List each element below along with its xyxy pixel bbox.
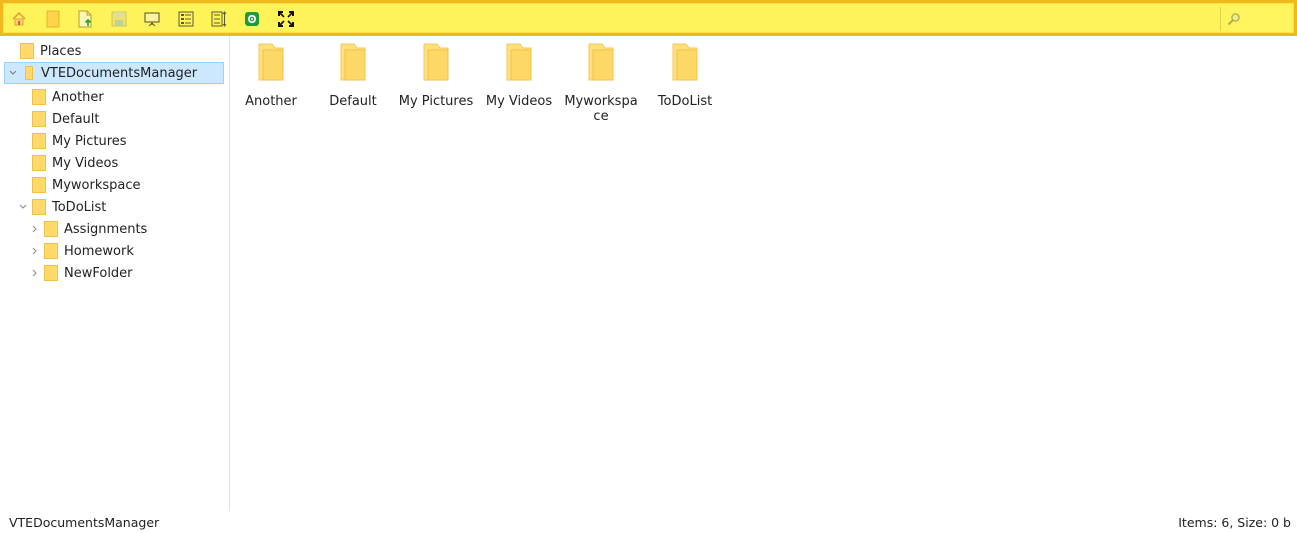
folder-tree: Places VTEDocumentsManager Another Defau…: [0, 36, 230, 511]
folder-tile-my-videos[interactable]: My Videos: [479, 42, 559, 109]
folder-tile-another[interactable]: Another: [231, 42, 311, 109]
save-button[interactable]: [108, 8, 130, 30]
tree-item-label: Myworkspace: [52, 177, 141, 193]
save-icon: [111, 11, 127, 27]
tree-item-label: Homework: [64, 243, 134, 259]
folder-icon: [44, 265, 58, 281]
folder-tile-label: My Videos: [485, 94, 553, 109]
list-view-icon: [178, 11, 194, 27]
presentation-button[interactable]: [141, 8, 163, 30]
tree-item-assignments[interactable]: Assignments: [30, 218, 147, 240]
tree-item-places[interactable]: Places: [20, 40, 81, 62]
folder-icon: [32, 133, 46, 149]
folder-icon: [32, 155, 46, 171]
folder-icon: [20, 43, 34, 59]
tree-item-my-pictures[interactable]: My Pictures: [32, 130, 127, 152]
tree-item-label: NewFolder: [64, 265, 133, 281]
chevron-right-icon[interactable]: [30, 224, 40, 234]
search-icon: [1227, 13, 1240, 26]
folder-tile-label: ToDoList: [657, 94, 713, 109]
fullscreen-icon: [278, 11, 294, 27]
search-input[interactable]: [1243, 9, 1287, 27]
tree-item-another[interactable]: Another: [32, 86, 104, 108]
sort-button[interactable]: [208, 8, 230, 30]
folder-tile-todolist[interactable]: ToDoList: [645, 42, 725, 109]
settings-icon: [245, 12, 259, 26]
folder-icon: [672, 43, 698, 81]
tree-item-default[interactable]: Default: [32, 108, 100, 130]
folder-view: Another Default My Pictures My Videos My…: [231, 36, 1297, 511]
folder-icon: [258, 43, 284, 81]
settings-button[interactable]: [241, 8, 263, 30]
folder-icon: [32, 199, 46, 215]
sort-icon: [211, 11, 227, 27]
search-box: [1220, 7, 1290, 31]
chevron-right-icon[interactable]: [30, 268, 40, 278]
presentation-icon: [144, 12, 160, 27]
folder-icon: [32, 111, 46, 127]
folder-tile-label: Myworkspace: [564, 94, 638, 124]
tree-item-label: ToDoList: [52, 199, 107, 215]
tree-item-vtedocumentsmanager[interactable]: VTEDocumentsManager: [4, 62, 224, 84]
tree-item-label: My Pictures: [52, 133, 127, 149]
home-icon: [12, 11, 26, 26]
folder-icon: [32, 177, 46, 193]
upload-button[interactable]: [74, 8, 96, 30]
chevron-down-icon[interactable]: [18, 202, 28, 212]
list-view-button[interactable]: [175, 8, 197, 30]
folder-icon: [32, 89, 46, 105]
folder-tile-label: Default: [329, 94, 377, 109]
tree-item-my-videos[interactable]: My Videos: [32, 152, 118, 174]
upload-icon: [78, 10, 92, 28]
tree-item-myworkspace[interactable]: Myworkspace: [32, 174, 141, 196]
tree-item-label: VTEDocumentsManager: [41, 65, 198, 81]
folder-icon: [25, 66, 33, 80]
tree-item-label: My Videos: [52, 155, 119, 171]
fullscreen-button[interactable]: [275, 8, 297, 30]
folder-icon: [506, 43, 532, 81]
folder-tile-default[interactable]: Default: [313, 42, 393, 109]
chevron-down-icon[interactable]: [8, 68, 18, 78]
tree-item-todolist[interactable]: ToDoList: [18, 196, 106, 218]
status-summary: Items: 6, Size: 0 b: [1178, 515, 1291, 530]
tree-item-label: Places: [40, 43, 82, 59]
new-folder-button[interactable]: [42, 8, 64, 30]
folder-icon: [44, 221, 58, 237]
tree-item-homework[interactable]: Homework: [30, 240, 134, 262]
tree-item-label: Another: [52, 89, 104, 105]
folder-icon: [44, 243, 58, 259]
folder-tile-label: My Pictures: [398, 94, 474, 109]
folder-icon: [340, 43, 366, 81]
chevron-right-icon[interactable]: [30, 246, 40, 256]
folder-tile-myworkspace[interactable]: Myworkspace: [562, 42, 640, 124]
tree-item-label: Default: [52, 111, 100, 127]
tree-item-newfolder[interactable]: NewFolder: [30, 262, 133, 284]
folder-icon: [423, 43, 449, 81]
home-button[interactable]: [8, 8, 30, 30]
folder-icon: [588, 43, 614, 81]
new-folder-icon: [46, 10, 60, 28]
status-path: VTEDocumentsManager: [9, 515, 160, 530]
folder-tile-label: Another: [245, 94, 297, 109]
tree-item-label: Assignments: [64, 221, 148, 237]
folder-tile-my-pictures[interactable]: My Pictures: [396, 42, 476, 109]
toolbar: [0, 0, 1297, 36]
